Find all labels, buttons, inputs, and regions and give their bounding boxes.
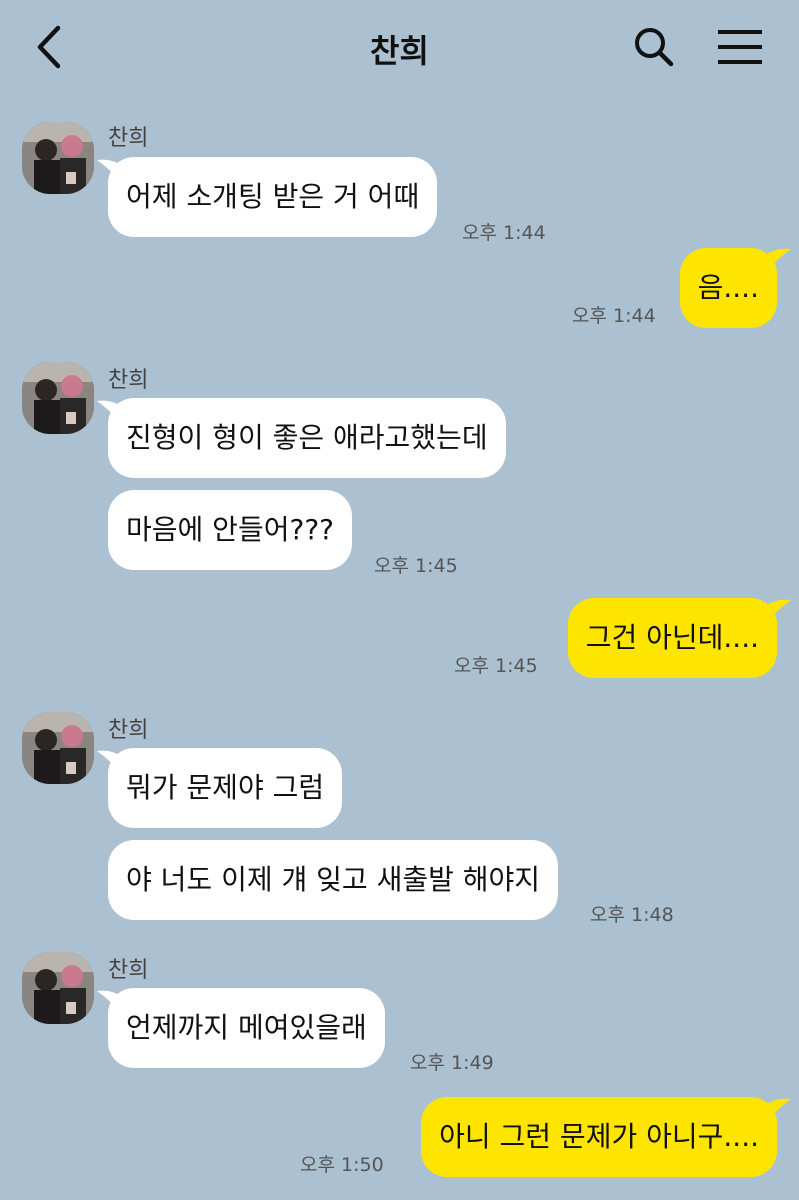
avatar[interactable] bbox=[22, 952, 94, 1024]
message-bubble-outgoing[interactable]: 음.... bbox=[679, 248, 777, 328]
sender-name: 찬희 bbox=[108, 718, 149, 743]
message-bubble-incoming[interactable]: 언제까지 메여있을래 bbox=[108, 988, 385, 1068]
message-bubble-incoming[interactable]: 어제 소개팅 받은 거 어때 bbox=[108, 157, 438, 237]
chat-header: 찬희 bbox=[0, 0, 799, 95]
avatar[interactable] bbox=[22, 122, 94, 194]
avatar[interactable] bbox=[22, 712, 94, 784]
message-bubble-incoming[interactable]: 마음에 안들어??? bbox=[108, 490, 353, 570]
message-time: 오후 1:48 bbox=[590, 904, 674, 926]
chat-title: 찬희 bbox=[370, 32, 429, 70]
avatar[interactable] bbox=[22, 362, 94, 434]
message-time: 오후 1:49 bbox=[410, 1052, 494, 1074]
message-time: 오후 1:44 bbox=[462, 222, 546, 244]
message-time: 오후 1:45 bbox=[454, 655, 538, 677]
message-time: 오후 1:45 bbox=[374, 555, 458, 577]
message-time: 오후 1:50 bbox=[300, 1154, 384, 1176]
message-bubble-incoming[interactable]: 야 너도 이제 걔 잊고 새출발 해야지 bbox=[108, 840, 559, 920]
sender-name: 찬희 bbox=[108, 126, 149, 151]
message-bubble-outgoing[interactable]: 아니 그런 문제가 아니구.... bbox=[421, 1097, 777, 1177]
search-icon[interactable] bbox=[630, 22, 678, 72]
sender-name: 찬희 bbox=[108, 958, 149, 983]
message-time: 오후 1:44 bbox=[572, 305, 656, 327]
hamburger-menu-icon[interactable] bbox=[714, 24, 766, 70]
message-bubble-incoming[interactable]: 진형이 형이 좋은 애라고했는데 bbox=[108, 398, 506, 478]
sender-name: 찬희 bbox=[108, 368, 149, 393]
message-bubble-outgoing[interactable]: 그건 아닌데.... bbox=[567, 598, 777, 678]
message-bubble-incoming[interactable]: 뭐가 문제야 그럼 bbox=[108, 748, 343, 828]
